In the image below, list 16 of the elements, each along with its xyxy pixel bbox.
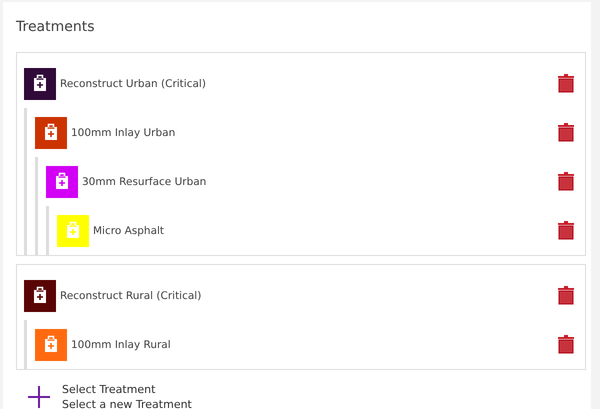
- treatment-name: Micro Asphalt: [93, 224, 166, 236]
- treatment-name: 100mm Inlay Rural: [71, 338, 172, 350]
- treatment-name: 100mm Inlay Urban: [71, 126, 176, 138]
- treatment-name: 30mm Resurface Urban: [82, 176, 208, 188]
- trash-icon[interactable]: [558, 221, 574, 240]
- trash-icon[interactable]: [558, 74, 574, 93]
- trash-icon[interactable]: [558, 172, 574, 191]
- treatment-name: Reconstruct Urban (Critical): [60, 78, 207, 90]
- section-title: Treatments: [16, 19, 96, 35]
- trash-icon[interactable]: [558, 335, 574, 354]
- treatment-name: Reconstruct Rural (Critical): [60, 290, 202, 302]
- trash-icon[interactable]: [558, 123, 574, 142]
- add-label[interactable]: Select Treatment: [62, 382, 192, 397]
- plus-icon[interactable]: [28, 386, 50, 408]
- add-hint: Select a new Treatment: [62, 397, 192, 409]
- trash-icon[interactable]: [558, 286, 574, 305]
